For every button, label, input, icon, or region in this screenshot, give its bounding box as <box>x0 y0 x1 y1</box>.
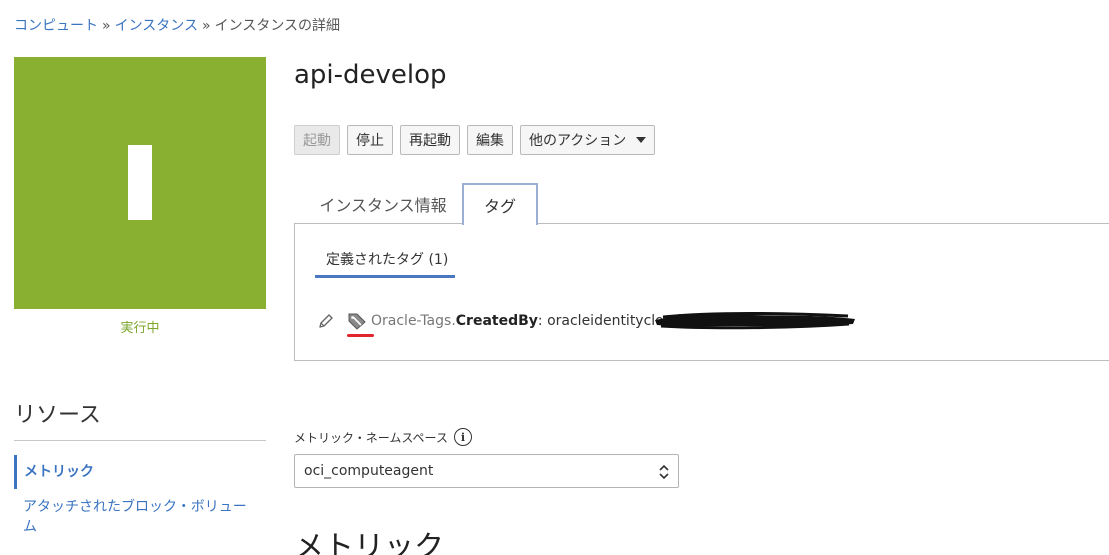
start-button[interactable]: 起動 <box>294 125 340 155</box>
stop-button[interactable]: 停止 <box>347 125 393 155</box>
resources-title: リソース <box>14 403 101 428</box>
breadcrumb: コンピュート» インスタンス» インスタンスの詳細 <box>14 17 340 35</box>
subtab-defined-tags[interactable]: 定義されたタグ (1) <box>315 248 455 278</box>
resource-item-attached-block-volumes[interactable]: アタッチされたブロック・ボリューム <box>23 497 253 537</box>
breadcrumb-separator: » <box>102 18 111 34</box>
breadcrumb-current: インスタンスの詳細 <box>214 18 341 34</box>
resources-divider <box>14 440 266 441</box>
instance-badge <box>14 57 266 309</box>
redaction-scribble <box>655 312 855 330</box>
detail-tabs: インスタンス情報 タグ <box>294 183 1109 225</box>
instance-badge-letter-i <box>128 145 152 220</box>
reboot-button[interactable]: 再起動 <box>400 125 460 155</box>
tag-key: CreatedBy <box>455 313 538 329</box>
more-actions-button[interactable]: 他のアクション <box>520 125 656 155</box>
metrics-heading: メトリック <box>294 530 444 555</box>
metric-namespace-select[interactable]: oci_computeagent <box>294 454 679 488</box>
metric-namespace-value: oci_computeagent <box>304 463 434 479</box>
action-bar: 起動 停止 再起動 編集 他のアクション <box>294 125 656 155</box>
tag-namespace: Oracle-Tags. <box>371 313 456 329</box>
caret-down-icon <box>636 137 647 143</box>
red-underline-annotation <box>347 334 374 337</box>
tag-row: Oracle-Tags. CreatedBy: oracleidentityclo… <box>317 312 689 330</box>
page-title: api-develop <box>294 60 447 90</box>
metric-namespace-label: メトリック・ネームスペース <box>294 430 448 445</box>
info-icon[interactable]: i <box>453 428 472 446</box>
more-actions-label: 他のアクション <box>529 133 627 149</box>
breadcrumb-instances[interactable]: インスタンス <box>115 18 198 34</box>
tag-key-separator: : <box>537 313 543 329</box>
breadcrumb-separator: » <box>202 18 211 34</box>
tags-panel: 定義されたタグ (1) Oracle-Tags. CreatedBy: oracl… <box>294 223 1109 361</box>
tag-icon <box>348 313 366 330</box>
tab-instance-info[interactable]: インスタンス情報 <box>304 183 462 224</box>
up-down-chevron-icon <box>659 464 669 480</box>
instance-details-page: コンピュート» インスタンス» インスタンスの詳細 実行中 api-develop … <box>0 0 1109 555</box>
metric-namespace-label-row: メトリック・ネームスペース i <box>294 428 472 446</box>
resource-item-metrics[interactable]: メトリック <box>14 455 266 489</box>
pencil-icon[interactable] <box>317 312 335 330</box>
breadcrumb-compute[interactable]: コンピュート <box>14 18 98 34</box>
instance-status: 実行中 <box>120 321 160 336</box>
edit-button[interactable]: 編集 <box>467 125 513 155</box>
tab-tags[interactable]: タグ <box>462 183 538 225</box>
